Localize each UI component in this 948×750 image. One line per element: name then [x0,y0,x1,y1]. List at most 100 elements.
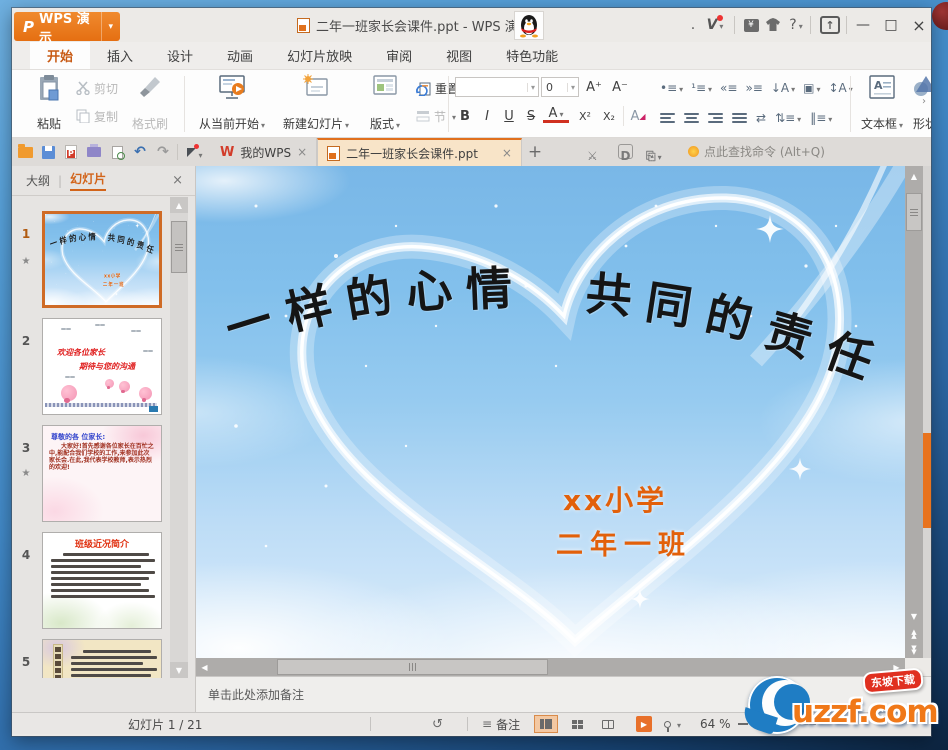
tab-slideshow[interactable]: 幻灯片放映 [270,42,369,69]
section-button[interactable]: 节 [416,106,456,126]
textbox-button[interactable]: A 文本框 [857,74,907,132]
underline-button[interactable]: U [499,106,519,126]
scroll-down-button[interactable] [170,662,188,678]
slide-sorter-view-button[interactable] [565,715,589,733]
tab-home[interactable]: 开始 [30,42,91,69]
export-pdf-button[interactable] [61,142,81,162]
close-button[interactable]: × [906,8,932,42]
horizontal-scroll-thumb[interactable] [277,659,548,675]
align-center-icon[interactable] [684,113,699,123]
format-painter-button[interactable]: 格式刷 [124,74,176,132]
close-panel-icon[interactable] [172,173,183,188]
close-tab-icon[interactable] [297,145,307,159]
tab-special-features[interactable]: 特色功能 [489,42,575,69]
scroll-left-button[interactable] [196,658,213,676]
chevron-down-icon[interactable] [100,12,120,41]
text-direction-icon[interactable]: ↓A [771,81,795,95]
tab-animation[interactable]: 动画 [210,42,270,69]
redo-button[interactable] [153,142,173,162]
print-preview-button[interactable] [107,142,127,162]
grow-font-button[interactable]: A⁺ [584,77,604,97]
play-slideshow-button[interactable] [636,713,652,735]
help-button[interactable]: ? [784,8,808,42]
notes-toggle[interactable]: 备注 [482,713,520,735]
animation-star-icon[interactable] [14,253,38,267]
ribbon-expand-chevron[interactable]: › [922,96,926,107]
slide-canvas[interactable]: 一样的心情共同的责任 xx小学 二年一班 [196,166,905,658]
font-name-combobox[interactable] [455,77,539,97]
find-command-box[interactable]: 点此查找命令 (Alt+Q) [688,143,825,160]
superscript-button[interactable]: X² [575,106,595,126]
scroll-right-button[interactable] [888,658,905,676]
reading-view-button[interactable] [596,715,620,733]
wps-menu-button[interactable]: P WPS 演示 [14,12,120,46]
share-upload-button[interactable] [816,8,844,42]
undo-button[interactable] [130,142,150,162]
zoom-out-button[interactable] [738,713,748,735]
paragraph-spacing-icon[interactable]: ⇅≡ [775,111,801,125]
save-button[interactable] [38,142,58,162]
slide-thumbnail-3[interactable]: 尊敬的各 位家长: 大家好!首先感谢各位家长在百忙之中,能配合我们学校的工作,来… [42,425,162,522]
align-left-icon[interactable] [660,113,675,123]
numbered-list-icon[interactable]: ¹≡ [691,81,712,95]
slide-thumbnail-5[interactable] [42,639,162,678]
history-icon[interactable] [432,713,443,735]
zoom-slider[interactable] [760,723,816,725]
pointer-tool-button[interactable] [664,713,681,735]
paste-button[interactable]: 粘贴 [26,74,72,132]
previous-slide-button[interactable] [905,626,923,643]
scroll-down-button[interactable] [905,608,923,625]
slide-thumbnail-4[interactable]: 班级近况简介 [42,532,162,629]
font-size-combobox[interactable]: 0 [541,77,579,97]
shrink-font-button[interactable]: A⁻ [610,77,630,97]
justify-icon[interactable] [732,113,747,123]
align-right-icon[interactable] [708,113,723,123]
slide-thumbnail-1[interactable]: 一样的心情共同的责任 xx小学 二年一班 [42,211,162,308]
outline-tab[interactable]: 大纲 [26,172,50,189]
strikethrough-button[interactable]: S [521,106,541,126]
new-slide-button[interactable]: 新建幻灯片 [278,74,354,132]
copy-button[interactable]: 复制 [76,106,118,126]
tab-view[interactable]: 视图 [429,42,489,69]
bullet-list-icon[interactable]: •≡ [660,81,683,95]
minimize-button[interactable]: — [850,8,876,42]
open-button[interactable] [15,142,35,162]
new-tab-button[interactable] [525,142,545,162]
docer-button[interactable]: D [618,144,633,163]
scroll-up-button[interactable] [170,197,188,213]
tab-review[interactable]: 审阅 [369,42,429,69]
distribute-icon[interactable]: ⇄ [756,111,766,125]
play-from-current-button[interactable]: 从当前开始 [192,74,272,132]
animation-star-icon[interactable] [14,465,38,479]
vertical-scroll-thumb[interactable] [906,193,922,231]
next-slide-button[interactable] [905,642,923,659]
decrease-indent-icon[interactable]: «≡ [720,81,737,95]
tab-document[interactable]: 二年一班家长会课件.ppt [317,138,522,166]
slides-tab[interactable]: 幻灯片 [70,170,107,191]
layout-button[interactable]: 版式 [360,74,410,132]
notes-area[interactable]: 单击此处添加备注 [196,676,931,712]
tab-wps-home[interactable]: W 我的WPS [211,138,318,166]
normal-view-button[interactable] [534,715,558,733]
qq-icon[interactable] [514,11,544,40]
shape-button[interactable]: 形状 [910,74,931,132]
italic-button[interactable]: I [477,106,497,126]
text-frame-icon[interactable]: ▣ [803,81,820,95]
font-color-button[interactable]: A [543,106,569,123]
zoom-level[interactable]: 64 % [700,713,731,735]
maximize-button[interactable]: □ [878,8,904,42]
bold-button[interactable]: B [455,106,475,126]
scroll-up-button[interactable] [905,168,923,185]
subscript-button[interactable]: X₂ [599,106,619,126]
reset-button[interactable]: 重置 [416,78,459,98]
close-tab-icon[interactable] [502,146,512,160]
paste-options-icon[interactable]: ⎘ [646,145,662,164]
customize-toolbar-button[interactable] [185,142,205,162]
slide-thumbnail-2[interactable]: 欢迎各位家长 期待与您的沟通 [42,318,162,415]
vip-member-button[interactable]: V [704,8,726,42]
clear-format-button[interactable]: A ◢ [628,106,648,126]
columns-icon[interactable]: ‖≡ [810,111,832,125]
ink-tool-icon[interactable]: ⚔ [587,145,598,164]
cut-button[interactable]: 剪切 [76,78,118,98]
skin-theme-icon[interactable] [762,8,784,42]
